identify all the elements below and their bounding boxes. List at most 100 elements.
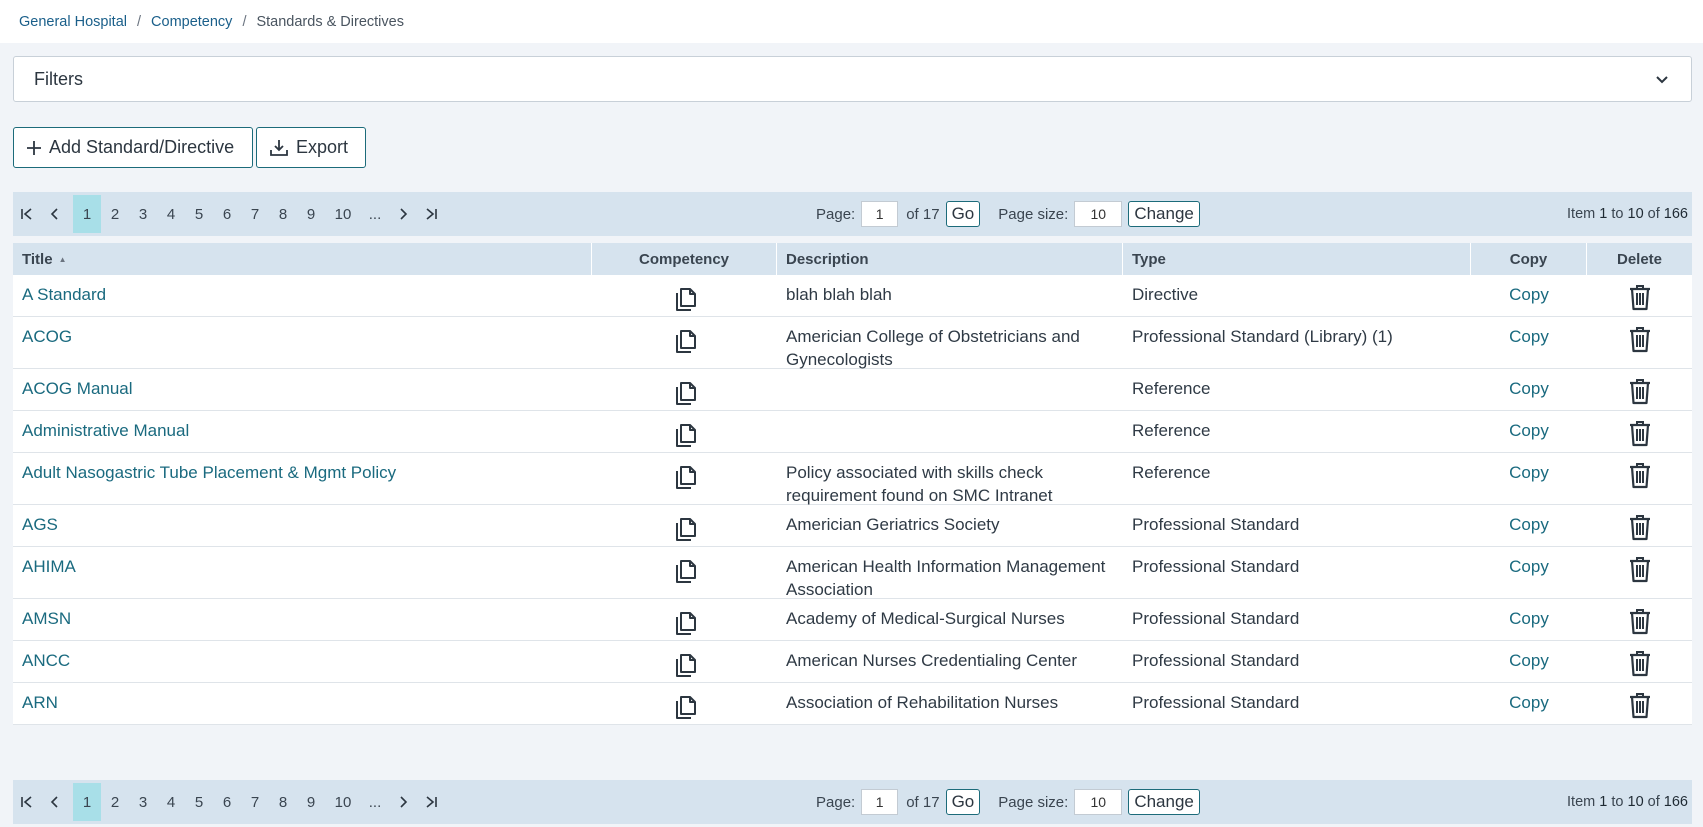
- competency-copy-button[interactable]: [672, 325, 698, 368]
- page-number-button[interactable]: 3: [129, 783, 157, 821]
- delete-button[interactable]: [1627, 325, 1653, 368]
- standard-title-link[interactable]: AMSN: [22, 609, 71, 628]
- breadcrumb-link-competency[interactable]: Competency: [151, 14, 232, 30]
- page-size-input[interactable]: 10: [1074, 789, 1123, 815]
- copy-link[interactable]: Copy: [1509, 649, 1549, 682]
- copy-link[interactable]: Copy: [1509, 377, 1549, 410]
- table-row: AHIMA American Health Information Managem…: [13, 547, 1692, 599]
- delete-button[interactable]: [1627, 419, 1653, 452]
- go-button[interactable]: Go: [945, 789, 981, 815]
- last-page-button[interactable]: [417, 783, 445, 821]
- page-number-button[interactable]: 2: [101, 195, 129, 233]
- next-page-button[interactable]: [389, 195, 417, 233]
- copy-link[interactable]: Copy: [1509, 419, 1549, 452]
- page-ellipsis-button[interactable]: ...: [361, 783, 389, 821]
- page-number-button[interactable]: 1: [73, 195, 101, 233]
- delete-button[interactable]: [1627, 461, 1653, 504]
- page-size-label: Page size:: [998, 793, 1069, 811]
- copy-link[interactable]: Copy: [1509, 555, 1549, 598]
- export-button[interactable]: Export: [256, 127, 366, 168]
- standard-title-link[interactable]: A Standard: [22, 285, 106, 304]
- page-number-button[interactable]: 9: [297, 195, 325, 233]
- copy-icon: [675, 330, 696, 353]
- competency-copy-button[interactable]: [672, 607, 698, 640]
- type-cell: Directive: [1132, 285, 1199, 304]
- page-number-button[interactable]: 8: [269, 783, 297, 821]
- copy-link[interactable]: Copy: [1509, 513, 1549, 546]
- page-input[interactable]: 1: [861, 789, 899, 815]
- table-row: ACOG Manual Reference Copy: [13, 369, 1692, 411]
- breadcrumb-link-hospital[interactable]: General Hospital: [19, 14, 127, 30]
- competency-copy-button[interactable]: [672, 283, 698, 316]
- copy-icon: [675, 382, 696, 405]
- standard-title-link[interactable]: ACOG: [22, 327, 72, 346]
- add-standard-button[interactable]: Add Standard/Directive: [13, 127, 253, 168]
- next-page-button[interactable]: [389, 783, 417, 821]
- copy-link[interactable]: Copy: [1509, 283, 1549, 316]
- filters-panel-toggle[interactable]: Filters: [13, 56, 1692, 102]
- page-number-button[interactable]: 1: [73, 783, 101, 821]
- standard-title-link[interactable]: Administrative Manual: [22, 421, 189, 440]
- delete-button[interactable]: [1627, 691, 1653, 724]
- copy-link[interactable]: Copy: [1509, 607, 1549, 640]
- page-number-button[interactable]: 10: [325, 783, 361, 821]
- page-count-text: of 17: [906, 205, 940, 223]
- competency-copy-button[interactable]: [672, 419, 698, 452]
- competency-copy-button[interactable]: [672, 461, 698, 504]
- first-page-button[interactable]: [13, 783, 41, 821]
- type-cell: Professional Standard: [1132, 515, 1300, 534]
- page-number-button[interactable]: 3: [129, 195, 157, 233]
- page-number-button[interactable]: 8: [269, 195, 297, 233]
- column-header-title[interactable]: Title ▲: [13, 243, 592, 275]
- trash-icon: [1629, 557, 1650, 583]
- competency-copy-button[interactable]: [672, 513, 698, 546]
- first-page-icon: [21, 796, 32, 808]
- copy-link[interactable]: Copy: [1509, 691, 1549, 724]
- breadcrumb-separator: /: [242, 13, 247, 30]
- page-number-button[interactable]: 7: [241, 195, 269, 233]
- page-number-button[interactable]: 5: [185, 783, 213, 821]
- page-number-button[interactable]: 9: [297, 783, 325, 821]
- delete-button[interactable]: [1627, 513, 1653, 546]
- page-number-button[interactable]: 6: [213, 783, 241, 821]
- standard-title-link[interactable]: AHIMA: [22, 557, 76, 576]
- page-number-button[interactable]: 4: [157, 195, 185, 233]
- standard-title-link[interactable]: ARN: [22, 693, 58, 712]
- page-number-button[interactable]: 4: [157, 783, 185, 821]
- page-number-button[interactable]: 2: [101, 783, 129, 821]
- page-number-button[interactable]: 6: [213, 195, 241, 233]
- delete-button[interactable]: [1627, 607, 1653, 640]
- page-number-button[interactable]: 5: [185, 195, 213, 233]
- description-cell: Americian College of Obstetricians and G…: [786, 327, 1080, 369]
- competency-copy-button[interactable]: [672, 377, 698, 410]
- download-icon: [270, 139, 288, 156]
- first-page-button[interactable]: [13, 195, 41, 233]
- standard-title-link[interactable]: AGS: [22, 515, 58, 534]
- standard-title-link[interactable]: ACOG Manual: [22, 379, 133, 398]
- last-page-button[interactable]: [417, 195, 445, 233]
- page-number-button[interactable]: 7: [241, 783, 269, 821]
- page-ellipsis-button[interactable]: ...: [361, 195, 389, 233]
- standard-title-link[interactable]: ANCC: [22, 651, 70, 670]
- page-size-input[interactable]: 10: [1074, 201, 1123, 227]
- prev-page-button[interactable]: [41, 195, 69, 233]
- delete-button[interactable]: [1627, 555, 1653, 598]
- prev-page-button[interactable]: [41, 783, 69, 821]
- delete-button[interactable]: [1627, 377, 1653, 410]
- change-page-size-button[interactable]: Change: [1128, 201, 1200, 227]
- copy-link[interactable]: Copy: [1509, 325, 1549, 368]
- change-page-size-button[interactable]: Change: [1128, 789, 1200, 815]
- page-number-button[interactable]: 10: [325, 195, 361, 233]
- delete-button[interactable]: [1627, 283, 1653, 316]
- competency-copy-button[interactable]: [672, 555, 698, 598]
- pager-top: 1 2 3 4 5 6 7 8 9 10 ... Page: 1 of 17 G…: [13, 192, 1692, 236]
- go-button[interactable]: Go: [945, 201, 981, 227]
- copy-link[interactable]: Copy: [1509, 461, 1549, 504]
- competency-copy-button[interactable]: [672, 691, 698, 724]
- competency-copy-button[interactable]: [672, 649, 698, 682]
- page-input[interactable]: 1: [861, 201, 899, 227]
- standard-title-link[interactable]: Adult Nasogastric Tube Placement & Mgmt …: [22, 463, 396, 482]
- plus-icon: [27, 140, 41, 155]
- sort-ascending-icon: ▲: [58, 254, 67, 264]
- delete-button[interactable]: [1627, 649, 1653, 682]
